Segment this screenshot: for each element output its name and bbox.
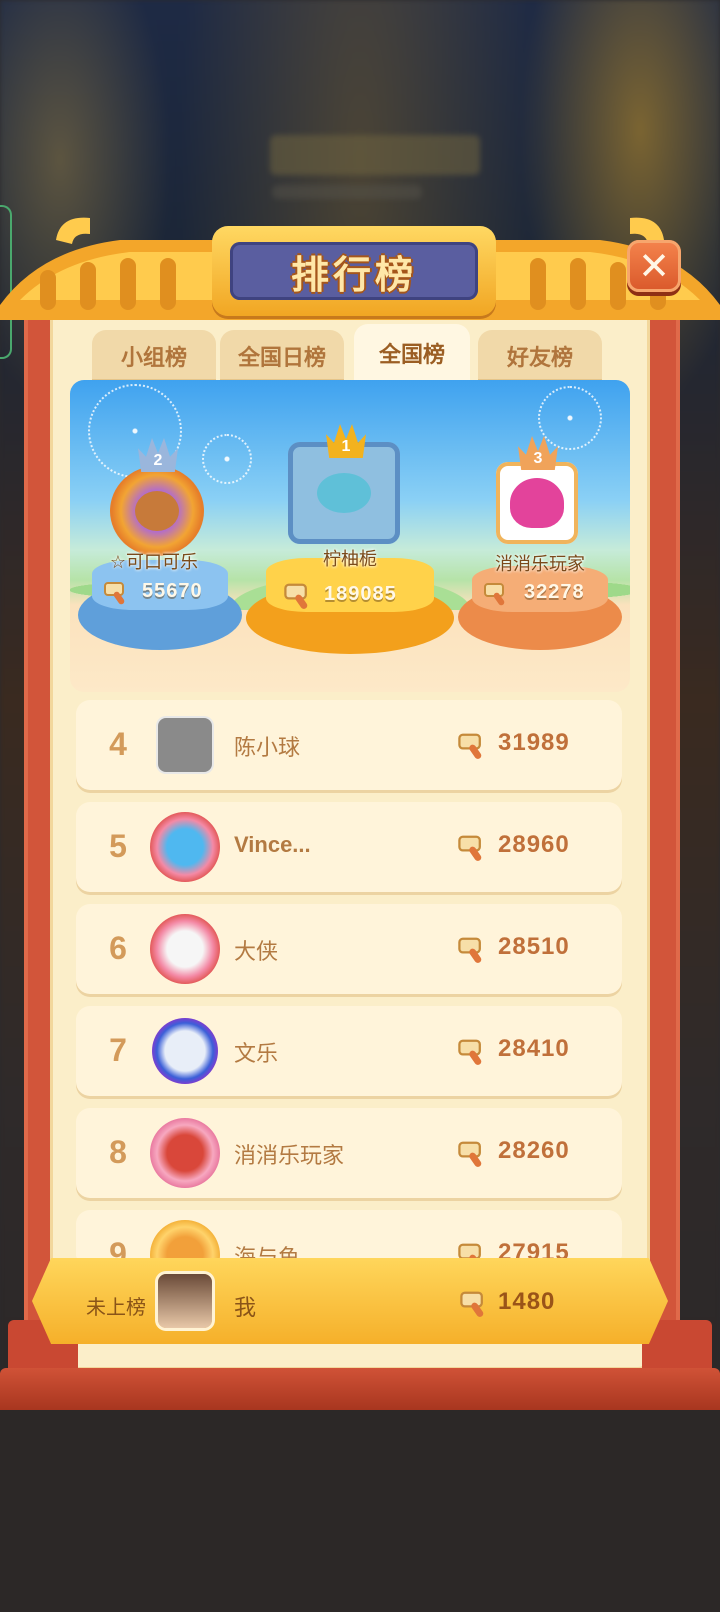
row-score: 31989 bbox=[498, 729, 570, 756]
close-button[interactable]: ✕ bbox=[627, 240, 681, 292]
podium-name-third: 消消乐玩家 bbox=[495, 554, 585, 574]
hammer-icon bbox=[458, 733, 482, 759]
hammer-icon bbox=[458, 1039, 482, 1065]
avatar-second[interactable] bbox=[110, 466, 204, 556]
tab-national[interactable]: 全国榜 bbox=[354, 324, 470, 382]
my-score: 1480 bbox=[498, 1288, 556, 1315]
row-rank: 8 bbox=[109, 1134, 127, 1170]
avatar bbox=[150, 1118, 220, 1188]
tab-friends[interactable]: 好友榜 bbox=[478, 330, 602, 382]
tab-group[interactable]: 小组榜 bbox=[92, 330, 216, 382]
table-row[interactable]: 4 陈小球 31989 bbox=[76, 700, 622, 790]
hammer-icon bbox=[458, 1141, 482, 1167]
podium-name-second: ☆可口可乐 bbox=[109, 552, 199, 572]
row-rank: 6 bbox=[109, 930, 127, 966]
table-row[interactable]: 7 文乐 28410 bbox=[76, 1006, 622, 1096]
my-rank-bar[interactable]: 未上榜 我 1480 bbox=[32, 1258, 668, 1344]
my-name: 我 bbox=[234, 1295, 257, 1320]
row-score: 28960 bbox=[498, 831, 570, 858]
title-plate: 排行榜 bbox=[212, 226, 496, 316]
avatar bbox=[152, 1018, 218, 1084]
avatar bbox=[158, 718, 212, 772]
tab-national-daily[interactable]: 全国日榜 bbox=[220, 330, 344, 382]
hammer-icon bbox=[458, 937, 482, 963]
row-score: 28510 bbox=[498, 933, 570, 960]
avatar bbox=[158, 1274, 212, 1328]
podium-name-first: 柠柚栀 bbox=[323, 549, 377, 569]
firework-decoration bbox=[538, 386, 602, 450]
row-score: 28260 bbox=[498, 1137, 570, 1164]
row-rank: 5 bbox=[109, 828, 127, 864]
row-rank: 4 bbox=[109, 726, 127, 762]
table-row[interactable]: 8 消消乐玩家 28260 bbox=[76, 1108, 622, 1198]
hammer-icon bbox=[458, 835, 482, 861]
podium-score-third: 32278 bbox=[524, 581, 585, 603]
table-row[interactable]: 5 Vince... 28960 bbox=[76, 802, 622, 892]
row-name: 文乐 bbox=[234, 1041, 279, 1066]
row-name: Vince... bbox=[234, 832, 311, 857]
row-score: 28410 bbox=[498, 1035, 570, 1062]
tab-bar: 小组榜 全国日榜 全国榜 好友榜 bbox=[92, 324, 604, 382]
bottom-shadow bbox=[0, 1410, 720, 1612]
avatar-third[interactable] bbox=[496, 462, 578, 544]
row-name: 大侠 bbox=[234, 939, 279, 964]
frame-base bbox=[0, 1368, 720, 1410]
top-three-podium: 2 ☆可口可乐 55670 1 柠柚栀 189085 3 消消乐玩家 32278 bbox=[70, 380, 630, 692]
avatar bbox=[150, 812, 220, 882]
firework-decoration bbox=[202, 434, 252, 484]
podium-score-second: 55670 bbox=[142, 580, 203, 602]
row-name: 陈小球 bbox=[234, 735, 301, 760]
background-subtitle-blur bbox=[272, 185, 422, 199]
background-title-blur bbox=[270, 135, 480, 175]
table-row[interactable]: 6 大侠 28510 bbox=[76, 904, 622, 994]
row-rank: 7 bbox=[109, 1032, 127, 1068]
hammer-icon bbox=[284, 583, 308, 609]
hammer-icon bbox=[104, 582, 125, 605]
hammer-icon bbox=[484, 583, 505, 606]
avatar bbox=[150, 914, 220, 984]
my-rank-status: 未上榜 bbox=[86, 1297, 146, 1319]
close-icon: ✕ bbox=[638, 245, 670, 288]
page-title: 排行榜 bbox=[290, 254, 417, 297]
hammer-icon bbox=[460, 1291, 484, 1317]
crown-icon: 1 bbox=[326, 424, 366, 458]
row-name: 消消乐玩家 bbox=[234, 1143, 345, 1168]
podium-score-first: 189085 bbox=[324, 583, 397, 605]
